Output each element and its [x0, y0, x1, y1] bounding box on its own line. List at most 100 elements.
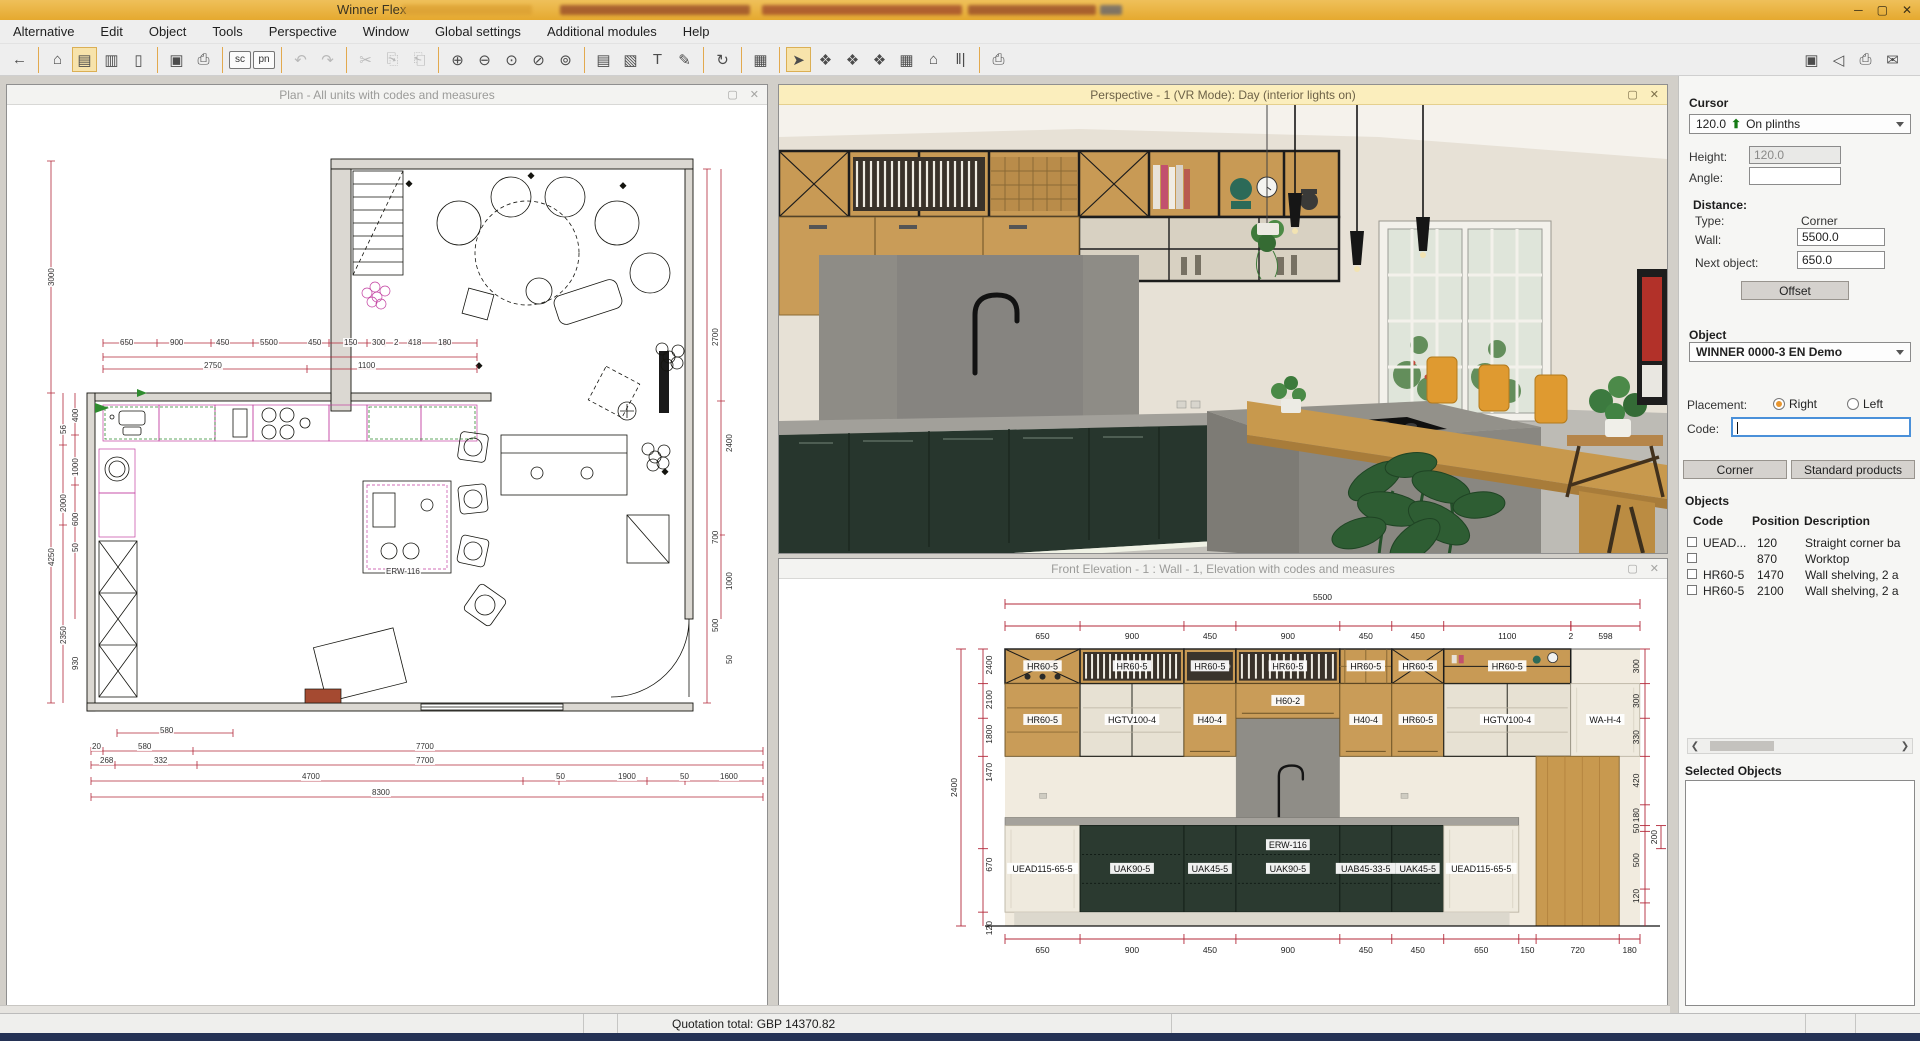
column-view-icon[interactable]: ▯ — [126, 47, 151, 72]
height-field[interactable] — [1749, 146, 1841, 164]
svg-text:50: 50 — [1631, 823, 1641, 833]
annotation-icon[interactable]: ▧ — [618, 47, 643, 72]
cell-position[interactable]: 120 — [1757, 536, 1797, 550]
list-view-icon[interactable]: ▥ — [99, 47, 124, 72]
menu-alternative[interactable]: Alternative — [0, 20, 87, 44]
stamp-icon[interactable]: ⎙ — [986, 47, 1011, 72]
cell-description[interactable]: Wall shelving, 2 a — [1805, 568, 1917, 582]
mail-icon[interactable]: ✉ — [1880, 47, 1905, 72]
print-icon[interactable]: ⎙ — [191, 47, 216, 72]
copy-icon[interactable]: ⎘ — [380, 47, 405, 72]
sc-button[interactable]: sc — [229, 51, 251, 69]
standard-products-button[interactable]: Standard products — [1791, 460, 1915, 479]
refresh-icon[interactable]: ↻ — [710, 47, 735, 72]
maximize-icon[interactable]: ▢ — [727, 88, 737, 101]
scroll-right-icon[interactable]: ❯ — [1898, 741, 1912, 752]
row-checkbox[interactable] — [1687, 585, 1697, 595]
perspective-window-titlebar[interactable]: Perspective - 1 (VR Mode): Day (interior… — [779, 85, 1667, 105]
placement-left-radio[interactable]: Left — [1847, 397, 1883, 411]
perspective-canvas[interactable] — [779, 105, 1667, 553]
cell-description[interactable]: Worktop — [1805, 552, 1917, 566]
cell-code[interactable]: UEAD... — [1703, 536, 1751, 550]
menu-object[interactable]: Object — [136, 20, 200, 44]
selected-objects-list[interactable] — [1685, 780, 1915, 1006]
elevation-view-icon[interactable]: ▤ — [72, 47, 97, 72]
objects-hscrollbar[interactable]: ❮ ❯ — [1687, 738, 1913, 754]
menu-help[interactable]: Help — [670, 20, 723, 44]
minimize-icon[interactable]: ─ — [1854, 3, 1863, 17]
render-icon[interactable]: ⎙ — [1853, 47, 1878, 72]
status-cell — [1172, 1014, 1806, 1033]
notes-icon[interactable]: ▤ — [591, 47, 616, 72]
freehand-icon[interactable]: ✎ — [672, 47, 697, 72]
close-icon[interactable]: ✕ — [1650, 88, 1659, 101]
scrollbar-thumb[interactable] — [1710, 741, 1774, 751]
elevation-canvas[interactable]: HR60-5HR60-5HR60-5HR60-5HR60-5HR60-5HR60… — [779, 579, 1667, 1005]
angle-field[interactable] — [1749, 167, 1841, 185]
cell-position[interactable]: 1470 — [1757, 568, 1797, 582]
save-icon[interactable]: ▣ — [164, 47, 189, 72]
undo-icon[interactable]: ↶ — [288, 47, 313, 72]
zoom-window-icon[interactable]: ⊚ — [553, 47, 578, 72]
cell-code[interactable]: HR60-5 — [1703, 568, 1751, 582]
zoom-out-icon[interactable]: ⊖ — [472, 47, 497, 72]
menu-additional-modules[interactable]: Additional modules — [534, 20, 670, 44]
cell-code[interactable]: HR60-5 — [1703, 584, 1751, 598]
corner-button[interactable]: Corner — [1683, 460, 1787, 479]
toolbar-separator — [438, 47, 439, 73]
delete-object-icon[interactable]: ❖ — [867, 47, 892, 72]
zoom-extents-icon[interactable]: ⊘ — [526, 47, 551, 72]
selected-objects-label: Selected Objects — [1685, 764, 1782, 778]
menu-tools[interactable]: Tools — [199, 20, 255, 44]
next-object-field[interactable] — [1797, 251, 1885, 269]
measure-icon[interactable]: ‖| — [948, 47, 973, 72]
zoom-in-icon[interactable]: ⊕ — [445, 47, 470, 72]
offset-button[interactable]: Offset — [1741, 281, 1849, 300]
maximize-icon[interactable]: ▢ — [1627, 88, 1637, 101]
calculator-icon[interactable]: ▦ — [748, 47, 773, 72]
row-checkbox[interactable] — [1687, 569, 1697, 579]
menu-perspective[interactable]: Perspective — [256, 20, 350, 44]
export-icon[interactable]: ◁ — [1826, 47, 1851, 72]
elevation-window-titlebar[interactable]: Front Elevation - 1 : Wall - 1, Elevatio… — [779, 559, 1667, 579]
close-icon[interactable]: ✕ — [1902, 3, 1912, 17]
menu-window[interactable]: Window — [350, 20, 422, 44]
paste-icon[interactable]: ⎗ — [407, 47, 432, 72]
cell-description[interactable]: Wall shelving, 2 a — [1805, 584, 1917, 598]
rotate-object-icon[interactable]: ❖ — [840, 47, 865, 72]
snapshot-icon[interactable]: ▣ — [1799, 47, 1824, 72]
plan-view-icon[interactable]: ⌂ — [45, 47, 70, 72]
cut-icon[interactable]: ✂ — [353, 47, 378, 72]
placement-right-radio[interactable]: Right — [1773, 397, 1817, 411]
plan-canvas[interactable]: 6509004505500450150300241818027501100300… — [7, 105, 767, 1005]
text-icon[interactable]: T — [645, 47, 670, 72]
plan-window-titlebar[interactable]: Plan - All units with codes and measures… — [7, 85, 767, 105]
code-field[interactable] — [1731, 417, 1911, 437]
row-checkbox[interactable] — [1687, 553, 1697, 563]
cell-position[interactable]: 2100 — [1757, 584, 1797, 598]
pointer-icon[interactable]: ➤ — [786, 47, 811, 72]
wall-distance-field[interactable] — [1797, 228, 1885, 246]
move-object-icon[interactable]: ❖ — [813, 47, 838, 72]
cell-description[interactable]: Straight corner ba — [1805, 536, 1917, 550]
plan-dim-label: 450 — [215, 338, 230, 347]
back-arrow-icon[interactable]: ← — [7, 47, 32, 72]
cursor-preset-dropdown[interactable]: 120.0 ⬆ On plinths — [1689, 114, 1911, 134]
scroll-left-icon[interactable]: ❮ — [1688, 741, 1702, 752]
cell-position[interactable]: 870 — [1757, 552, 1797, 566]
objects-col-position: Position — [1752, 514, 1799, 528]
menu-global-settings[interactable]: Global settings — [422, 20, 534, 44]
workspace-hscrollbar[interactable] — [0, 1005, 1670, 1013]
menu-edit[interactable]: Edit — [87, 20, 135, 44]
redo-icon[interactable]: ↷ — [315, 47, 340, 72]
close-icon[interactable]: ✕ — [750, 88, 759, 101]
catalog-dropdown[interactable]: WINNER 0000-3 EN Demo — [1689, 342, 1911, 362]
maximize-icon[interactable]: ▢ — [1877, 3, 1888, 17]
pn-button[interactable]: pn — [253, 51, 275, 69]
walk-mode-icon[interactable]: ⌂ — [921, 47, 946, 72]
maximize-icon[interactable]: ▢ — [1627, 562, 1637, 575]
row-checkbox[interactable] — [1687, 537, 1697, 547]
zoom-100-icon[interactable]: ⊙ — [499, 47, 524, 72]
grid-icon[interactable]: ▦ — [894, 47, 919, 72]
close-icon[interactable]: ✕ — [1650, 562, 1659, 575]
